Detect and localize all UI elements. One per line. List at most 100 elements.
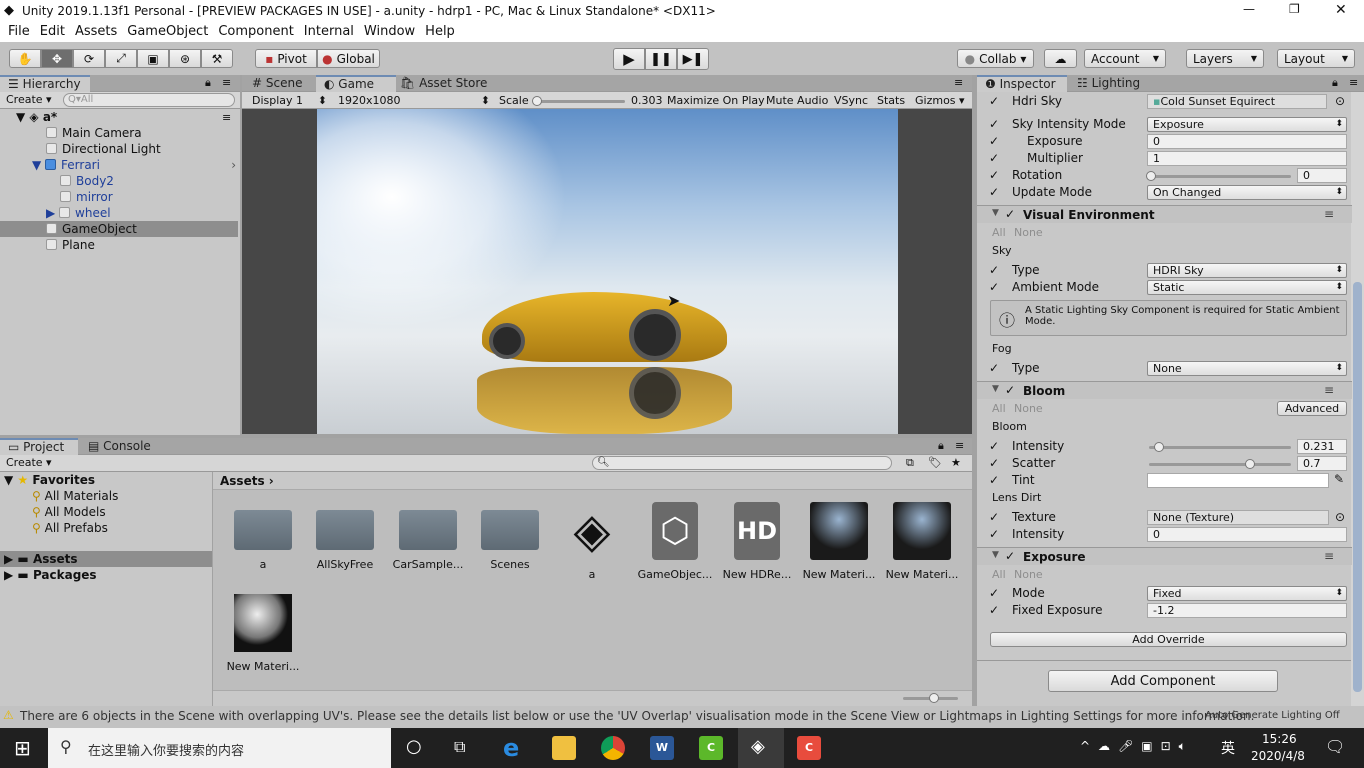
word-icon[interactable]: W bbox=[650, 736, 674, 760]
lock-icon[interactable]: 🔒︎ bbox=[1332, 76, 1338, 90]
list-item[interactable]: Body2 bbox=[60, 173, 114, 189]
checkbox[interactable]: ✓ bbox=[989, 586, 999, 600]
ime-indicator[interactable]: 英 bbox=[1221, 738, 1235, 758]
component-menu-icon[interactable]: ≡ bbox=[1324, 549, 1334, 563]
taskbar-search-input[interactable]: ⚲ 在这里输入你要搜索的内容 bbox=[48, 728, 391, 768]
custom-tool-button[interactable]: ⚒ bbox=[201, 49, 233, 68]
scale-slider-handle[interactable] bbox=[532, 96, 542, 106]
checkbox[interactable]: ✓ bbox=[989, 280, 999, 294]
asset-item[interactable]: New Materi... bbox=[223, 594, 303, 673]
hand-tool-button[interactable]: ✋ bbox=[9, 49, 41, 68]
camtasia-recorder-icon[interactable]: C bbox=[797, 736, 821, 760]
fixed-exposure-input[interactable]: -1.2 bbox=[1147, 603, 1347, 618]
tint-color-field[interactable] bbox=[1147, 473, 1329, 488]
exposure-input[interactable]: 0 bbox=[1147, 134, 1347, 149]
clock-time[interactable]: 15:26 bbox=[1262, 732, 1297, 746]
tab-project[interactable]: ▭ Project bbox=[0, 438, 78, 455]
foldout-arrow-icon[interactable]: ▼ bbox=[992, 384, 999, 394]
clock-date[interactable]: 2020/4/8 bbox=[1251, 749, 1305, 763]
layout-dropdown[interactable]: Layout ▼ bbox=[1277, 49, 1355, 68]
edge-icon[interactable]: e bbox=[503, 736, 527, 760]
checkbox[interactable]: ✓ bbox=[989, 361, 999, 375]
layers-dropdown[interactable]: Layers ▼ bbox=[1186, 49, 1264, 68]
rotation-input[interactable]: 0 bbox=[1297, 168, 1347, 183]
intensity-slider-handle[interactable] bbox=[1154, 442, 1165, 452]
tab-inspector[interactable]: ❶ Inspector bbox=[977, 75, 1067, 92]
menu-help[interactable]: Help bbox=[417, 22, 455, 39]
asset-item[interactable]: ◈ a bbox=[552, 502, 632, 581]
dirt-intensity-input[interactable]: 0 bbox=[1147, 527, 1347, 542]
tab-hierarchy[interactable]: ☰ Hierarchy bbox=[0, 75, 90, 92]
checkbox[interactable]: ✓ bbox=[989, 117, 999, 131]
list-item[interactable]: ▶ wheel bbox=[46, 205, 111, 221]
transform-tool-button[interactable]: ⊛ bbox=[169, 49, 201, 68]
visual-environment-header[interactable]: ▼ ✓ Visual Environment ≡ bbox=[977, 205, 1352, 223]
maximize-button[interactable]: ❐ bbox=[1289, 2, 1300, 16]
minimize-button[interactable]: — bbox=[1243, 2, 1255, 16]
sky-type-dropdown[interactable]: HDRI Sky bbox=[1147, 263, 1347, 278]
lock-icon[interactable]: 🔒︎ bbox=[938, 439, 944, 453]
account-dropdown[interactable]: Account ▼ bbox=[1084, 49, 1166, 68]
hierarchy-search-input[interactable]: Q▾All bbox=[63, 93, 235, 107]
menu-gameobject[interactable]: GameObject bbox=[119, 22, 208, 39]
checkbox[interactable]: ✓ bbox=[989, 439, 999, 453]
panel-menu-icon[interactable]: ≡ bbox=[222, 76, 231, 89]
texture-field[interactable]: None (Texture) bbox=[1147, 510, 1329, 525]
none-button[interactable]: None bbox=[1014, 226, 1043, 239]
checkbox[interactable]: ✓ bbox=[989, 185, 999, 199]
scrollbar-thumb[interactable] bbox=[1353, 282, 1362, 692]
project-create-button[interactable]: Create ▾ bbox=[6, 456, 52, 469]
scatter-slider[interactable] bbox=[1149, 463, 1291, 466]
status-message[interactable]: There are 6 objects in the Scene with ov… bbox=[20, 709, 1254, 723]
component-checkbox[interactable]: ✓ bbox=[1005, 549, 1015, 563]
inspector-scrollbar[interactable] bbox=[1351, 92, 1364, 706]
pivot-button[interactable]: ▪ Pivot bbox=[255, 49, 317, 68]
cloud-button[interactable]: ☁ bbox=[1044, 49, 1077, 68]
checkbox[interactable]: ✓ bbox=[989, 456, 999, 470]
component-checkbox[interactable]: ✓ bbox=[1005, 383, 1015, 397]
bloom-header[interactable]: ▼ ✓ Bloom ≡ bbox=[977, 381, 1352, 399]
all-button[interactable]: All bbox=[992, 402, 1006, 415]
panel-menu-icon[interactable]: ≡ bbox=[954, 76, 963, 89]
step-button[interactable]: ▶❚ bbox=[677, 48, 709, 70]
menu-edit[interactable]: Edit bbox=[32, 22, 65, 39]
add-component-button[interactable]: Add Component bbox=[1048, 670, 1278, 692]
asset-item[interactable]: AllSkyFree bbox=[305, 502, 385, 571]
game-view[interactable]: ➤ bbox=[242, 109, 972, 434]
asset-item[interactable]: a bbox=[223, 502, 303, 571]
tab-game[interactable]: ◐ Game bbox=[316, 75, 396, 92]
multiplier-input[interactable]: 1 bbox=[1147, 151, 1347, 166]
checkbox[interactable]: ✓ bbox=[989, 168, 999, 182]
favorite-item[interactable]: ⚲ All Models bbox=[32, 504, 106, 520]
checkbox[interactable]: ✓ bbox=[989, 263, 999, 277]
scene-menu-icon[interactable]: ≡ bbox=[222, 111, 231, 124]
component-menu-icon[interactable]: ≡ bbox=[1324, 383, 1334, 397]
component-menu-icon[interactable]: ≡ bbox=[1324, 207, 1334, 221]
display-dropdown[interactable]: Display 1 ⬍ bbox=[252, 94, 327, 107]
scene-root[interactable]: ▼ ◈ a* bbox=[16, 109, 57, 125]
tab-lighting[interactable]: ☷ Lighting bbox=[1069, 75, 1148, 92]
asset-item[interactable]: New Materi... bbox=[882, 502, 962, 581]
collab-button[interactable]: ● Collab ▾ bbox=[957, 49, 1034, 68]
scale-tool-button[interactable]: ⤢ bbox=[105, 49, 137, 68]
all-button[interactable]: All bbox=[992, 226, 1006, 239]
maximize-on-play-toggle[interactable]: Maximize On Play bbox=[667, 94, 765, 107]
rotation-slider[interactable] bbox=[1149, 175, 1291, 178]
resolution-dropdown[interactable]: 1920x1080 ⬍ bbox=[338, 94, 490, 107]
fog-type-dropdown[interactable]: None bbox=[1147, 361, 1347, 376]
list-item[interactable]: Directional Light bbox=[46, 141, 161, 157]
stats-toggle[interactable]: Stats bbox=[877, 94, 905, 107]
component-checkbox[interactable]: ✓ bbox=[1005, 207, 1015, 221]
project-search-input[interactable]: 🔍︎ bbox=[592, 456, 892, 470]
menu-component[interactable]: Component bbox=[210, 22, 293, 39]
list-item-selected[interactable]: GameObject bbox=[0, 221, 238, 237]
object-picker-icon[interactable]: ⊙ bbox=[1335, 510, 1345, 524]
sky-intensity-dropdown[interactable]: Exposure bbox=[1147, 117, 1347, 132]
hierarchy-create-button[interactable]: Create ▾ bbox=[6, 93, 52, 106]
filter-label-icon[interactable]: 🏷︎ bbox=[928, 456, 942, 469]
object-picker-icon[interactable]: ⊙ bbox=[1335, 94, 1345, 108]
favorite-star-icon[interactable]: ★ bbox=[951, 456, 961, 469]
checkbox[interactable]: ✓ bbox=[989, 473, 999, 487]
menu-assets[interactable]: Assets bbox=[67, 22, 117, 39]
rect-tool-button[interactable]: ▣ bbox=[137, 49, 169, 68]
